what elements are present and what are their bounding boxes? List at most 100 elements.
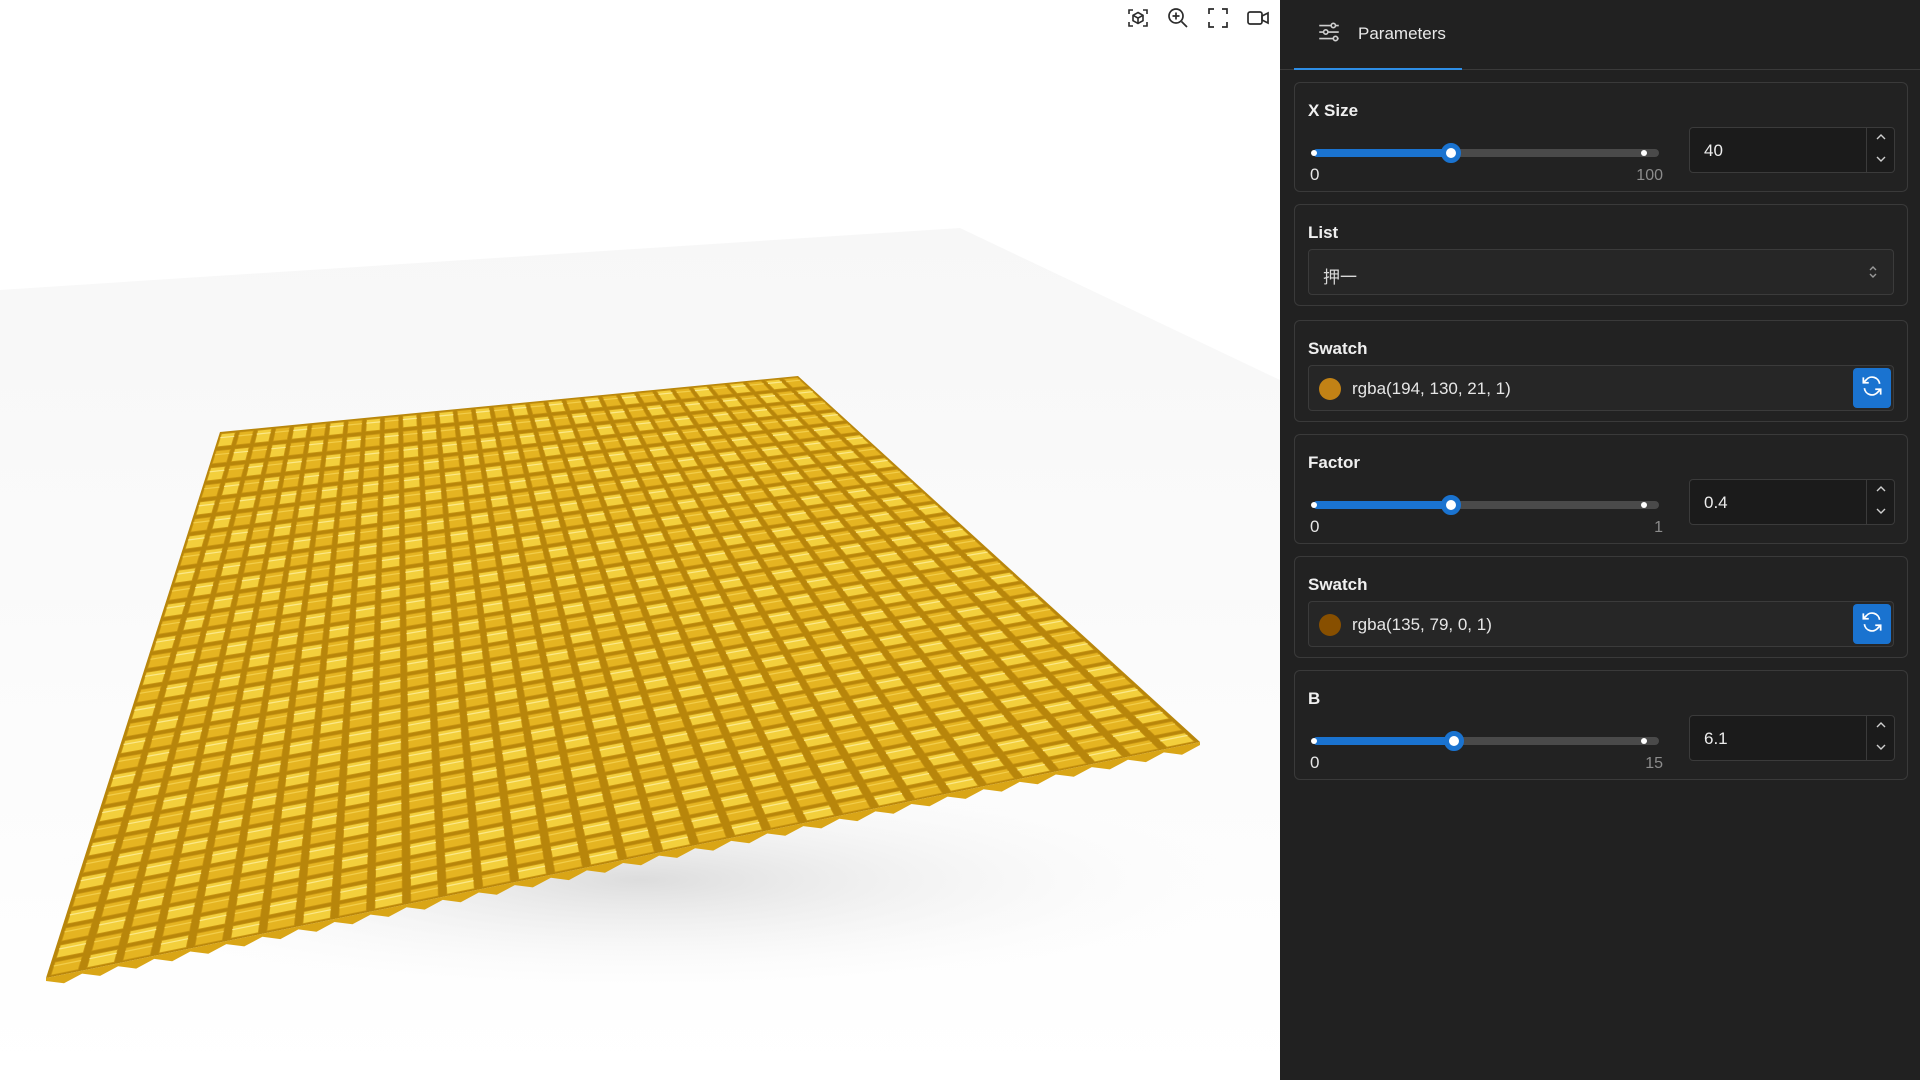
mesh-cell xyxy=(554,485,576,500)
zoom-in-button[interactable] xyxy=(1162,6,1194,34)
mesh-cell xyxy=(272,522,293,538)
mesh-cell xyxy=(479,436,498,450)
mesh-cell xyxy=(243,557,265,574)
increment-button[interactable] xyxy=(1867,480,1894,502)
tab-parameters[interactable]: Parameters xyxy=(1294,0,1462,70)
mesh-cell xyxy=(250,525,271,541)
slider-fill xyxy=(1313,737,1454,745)
mesh-cell xyxy=(455,588,477,604)
x-size-slider[interactable]: 0 100 xyxy=(1309,143,1663,184)
mesh-cell xyxy=(284,583,306,600)
swatch-2-field[interactable]: rgba(135, 79, 0, 1) xyxy=(1308,601,1894,647)
mesh-cell xyxy=(440,425,457,440)
b-stepper xyxy=(1866,716,1894,760)
mesh-cell xyxy=(380,569,401,585)
mesh-cell xyxy=(355,588,376,604)
mesh-cell xyxy=(383,431,400,446)
slider-max-dot xyxy=(1641,150,1647,156)
factor-slider[interactable]: 0 1 xyxy=(1309,495,1663,536)
woven-mesh-render xyxy=(0,228,1280,1080)
mesh-cell xyxy=(525,460,546,474)
mesh-cell xyxy=(618,534,643,549)
slider-thumb[interactable] xyxy=(1441,495,1462,515)
list-label: List xyxy=(1308,223,1339,242)
b-label: B xyxy=(1308,689,1321,708)
mesh-cell xyxy=(594,537,618,552)
mesh-cell xyxy=(314,532,334,548)
refresh-color-button[interactable] xyxy=(1853,604,1891,644)
mesh-cell xyxy=(497,537,519,552)
mesh-cell xyxy=(551,558,574,574)
3d-viewport[interactable] xyxy=(0,0,1280,1080)
mesh-cell xyxy=(426,517,445,533)
mesh-cell xyxy=(571,541,594,556)
list-select[interactable]: 押一 xyxy=(1308,249,1894,295)
fullscreen-button[interactable] xyxy=(1202,6,1234,34)
focus-object-button[interactable] xyxy=(1122,6,1154,34)
mesh-cell xyxy=(382,492,400,508)
x-size-label: X Size xyxy=(1308,101,1359,120)
mesh-cell xyxy=(445,484,464,500)
mesh-cell xyxy=(575,555,599,570)
slider-thumb[interactable] xyxy=(1443,731,1464,751)
mesh-cell xyxy=(232,511,254,527)
mesh-cell xyxy=(422,457,440,472)
mesh-cell xyxy=(585,510,608,524)
mesh-cell xyxy=(381,538,400,554)
mesh-cell xyxy=(493,405,511,419)
factor-label: Factor xyxy=(1308,453,1360,472)
mesh-cell xyxy=(272,426,291,442)
swatch-1-field[interactable]: rgba(194, 130, 21, 1) xyxy=(1308,365,1894,411)
slider-min-dot xyxy=(1311,502,1317,508)
mesh-cell xyxy=(265,459,284,475)
mesh-cell xyxy=(423,472,442,487)
mesh-cell xyxy=(358,541,378,558)
increment-button[interactable] xyxy=(1867,128,1894,150)
sliders-icon xyxy=(1316,19,1342,50)
slider-max-dot xyxy=(1641,738,1647,744)
mesh-cell xyxy=(451,543,471,559)
mesh-cell xyxy=(381,523,400,539)
mesh-cell xyxy=(320,484,339,500)
decrement-button[interactable] xyxy=(1867,150,1894,172)
decrement-button[interactable] xyxy=(1867,738,1894,760)
mesh-cell xyxy=(405,580,426,597)
mesh-cell xyxy=(215,577,238,594)
decrement-button[interactable] xyxy=(1867,502,1894,524)
fullscreen-icon xyxy=(1206,6,1230,35)
b-card: B 0 15 6.1 xyxy=(1294,670,1908,780)
refresh-color-button[interactable] xyxy=(1853,368,1891,408)
color-chip[interactable] xyxy=(1319,378,1341,400)
refresh-icon xyxy=(1859,373,1885,404)
x-size-input[interactable]: 40 xyxy=(1689,127,1895,173)
mesh-cell xyxy=(590,523,613,538)
factor-input[interactable]: 0.4 xyxy=(1689,479,1895,525)
mesh-cell xyxy=(430,592,452,608)
record-video-button[interactable] xyxy=(1242,6,1274,34)
b-slider[interactable]: 0 15 xyxy=(1309,731,1663,772)
mesh-cell xyxy=(260,587,282,604)
mesh-cell xyxy=(326,437,343,452)
mesh-cell xyxy=(514,505,535,520)
mesh-cell xyxy=(328,421,345,436)
mesh-cell xyxy=(502,448,521,462)
mesh-cell xyxy=(381,554,401,570)
mesh-cell xyxy=(332,576,353,593)
mesh-cell xyxy=(470,511,490,526)
mesh-cell xyxy=(384,416,400,431)
mesh-cell xyxy=(561,441,582,455)
mesh-cell xyxy=(545,457,567,472)
mesh-cell xyxy=(360,510,379,526)
increment-button[interactable] xyxy=(1867,716,1894,738)
mesh-cell xyxy=(487,479,507,494)
focus-object-icon xyxy=(1126,6,1150,35)
color-chip[interactable] xyxy=(1319,614,1341,636)
mesh-cell xyxy=(281,473,301,489)
parameters-panel: Parameters X Size 0 100 40 List 押一 Swatc… xyxy=(1280,0,1920,1080)
mesh-cell xyxy=(462,452,481,467)
slider-min-dot xyxy=(1311,150,1317,156)
slider-thumb[interactable] xyxy=(1441,143,1462,163)
mesh-cell xyxy=(363,448,380,464)
b-input[interactable]: 6.1 xyxy=(1689,715,1895,761)
mesh-cell xyxy=(517,519,539,534)
